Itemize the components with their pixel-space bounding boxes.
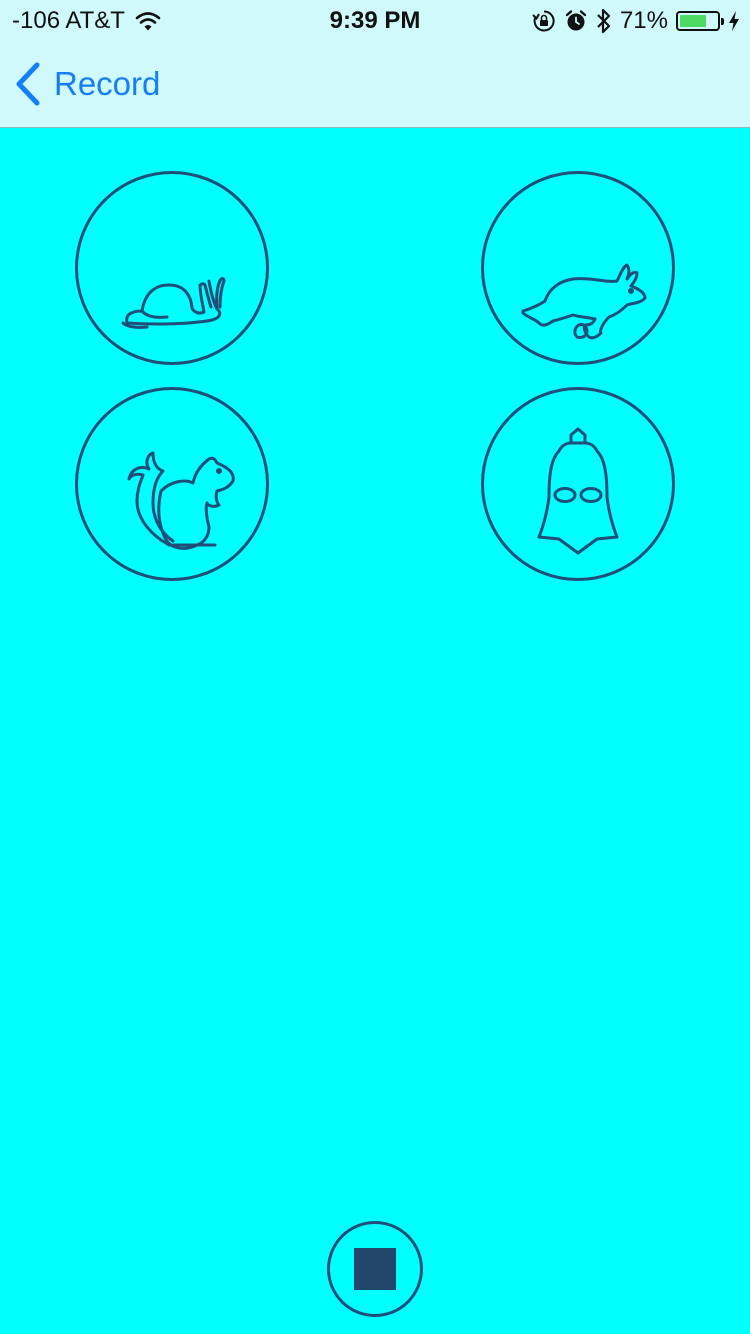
rabbit-effect-button[interactable] [481,171,675,365]
vader-effect-button[interactable] [481,387,675,581]
charging-icon [729,11,739,31]
squirrel-effect-button[interactable] [75,387,269,581]
alarm-icon [565,10,587,31]
stop-icon [354,1248,396,1290]
orientation-lock-icon [532,10,555,32]
bluetooth-icon [597,8,611,34]
snail-icon [121,277,226,329]
navigation-bar: -106 AT&T 9:39 PM 71% Record [0,0,750,128]
status-bar-right: 71% [532,6,740,36]
battery-percent: 71% [619,7,668,34]
back-button-label: Record [54,65,161,102]
snail-effect-button[interactable] [75,171,269,365]
battery-level [680,15,706,27]
rabbit-icon [521,263,647,340]
stop-button[interactable] [327,1221,423,1317]
squirrel-icon [127,451,235,550]
battery-icon [676,11,724,31]
back-button[interactable]: Record [14,62,160,106]
chevron-left-icon [16,62,40,106]
darth-vader-helmet-icon [537,427,619,555]
